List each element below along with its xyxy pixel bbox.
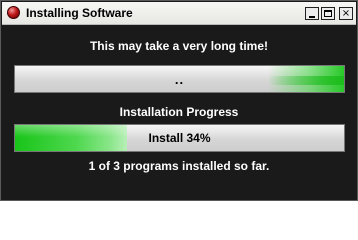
app-icon — [7, 6, 20, 19]
activity-progress-label: .. — [174, 71, 185, 87]
minimize-icon — [309, 16, 315, 18]
maximize-button[interactable] — [321, 7, 335, 20]
minimize-button[interactable] — [305, 7, 319, 20]
installer-window: Installing Software × This may take a ve… — [0, 0, 358, 201]
install-status-text: 1 of 3 programs installed so far. — [88, 159, 270, 173]
window-title: Installing Software — [26, 6, 133, 20]
close-icon: × — [341, 8, 351, 19]
maximize-icon — [324, 10, 332, 17]
warning-message: This may take a very long time! — [89, 39, 269, 53]
activity-progress-bar: .. — [14, 65, 345, 93]
install-progress-label: Install 34% — [148, 131, 211, 145]
close-button[interactable]: × — [339, 7, 353, 20]
installation-progress-label: Installation Progress — [119, 105, 239, 119]
title-bar[interactable]: Installing Software × — [2, 2, 356, 25]
install-progress-bar: Install 34% — [14, 124, 345, 152]
